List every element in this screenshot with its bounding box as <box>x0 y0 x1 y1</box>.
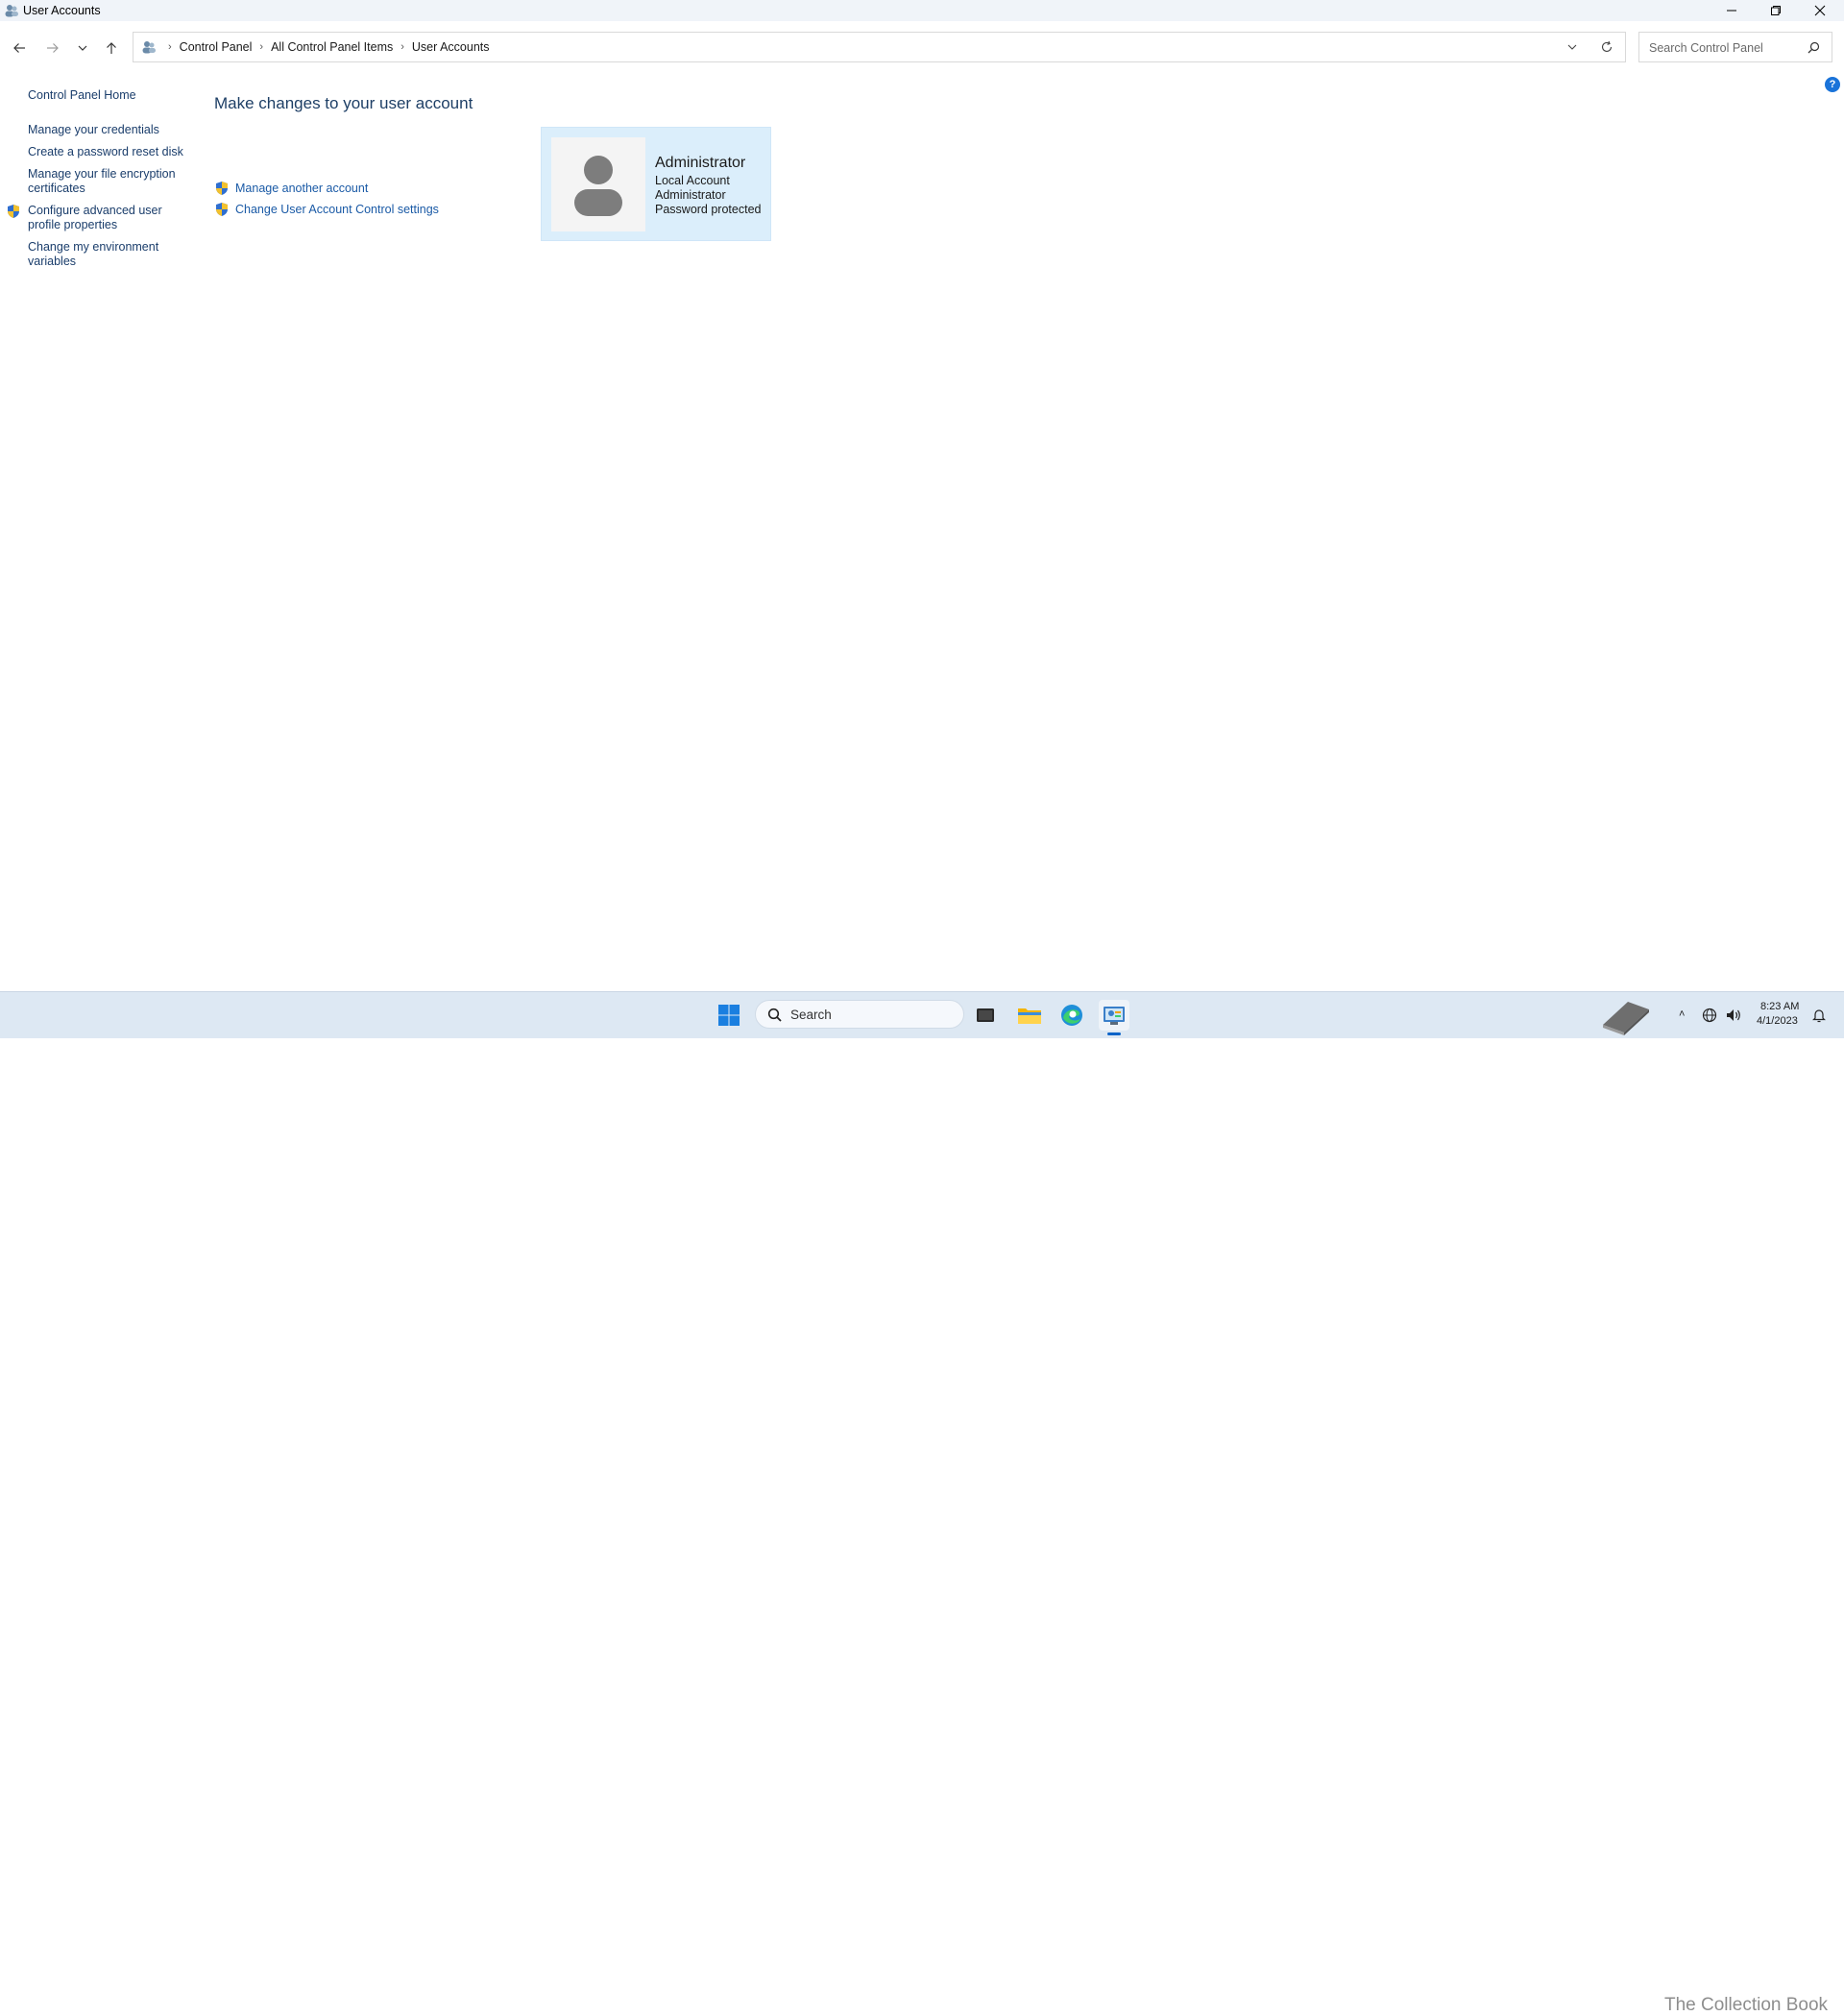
breadcrumb-control-panel[interactable]: Control Panel <box>180 40 253 54</box>
control-panel-location-icon <box>142 41 156 54</box>
control-panel-icon <box>1104 1007 1125 1025</box>
windows-logo-icon <box>718 1005 740 1026</box>
chevron-down-icon <box>78 45 87 51</box>
task-view-button[interactable] <box>970 1000 1001 1031</box>
link-line: profile properties <box>28 218 118 231</box>
account-role: Administrator <box>655 188 726 202</box>
clock-date[interactable]: 4/1/2023 <box>1757 1015 1798 1027</box>
account-name: Administrator <box>655 155 746 171</box>
link-line: Configure advanced user <box>28 204 162 217</box>
help-icon: ? <box>1829 79 1836 90</box>
network-icon[interactable] <box>1702 1008 1717 1023</box>
uac-shield-icon <box>8 205 19 218</box>
create-password-reset-disk-link[interactable]: Create a password reset disk <box>28 145 183 159</box>
volume-icon[interactable] <box>1725 1008 1742 1023</box>
user-avatar-icon <box>574 156 622 216</box>
manage-another-account-link[interactable]: Manage another account <box>235 182 368 195</box>
chevron-right-icon[interactable]: › <box>400 41 404 53</box>
uac-shield-icon <box>216 182 228 195</box>
up-button[interactable] <box>100 36 123 60</box>
search-control-panel-box[interactable] <box>1638 32 1832 62</box>
address-bar[interactable]: › Control Panel › All Control Panel Item… <box>133 32 1626 62</box>
close-icon <box>1814 5 1826 16</box>
close-button[interactable] <box>1798 0 1842 21</box>
avatar <box>551 137 645 231</box>
help-button[interactable]: ? <box>1825 77 1840 92</box>
minimize-icon <box>1727 10 1736 12</box>
back-arrow-icon <box>13 43 25 53</box>
link-line: certificates <box>28 182 85 195</box>
breadcrumb-user-accounts[interactable]: User Accounts <box>412 40 490 54</box>
configure-advanced-user-profile-link[interactable]: Configure advanced user profile properti… <box>28 204 162 232</box>
forward-arrow-icon <box>47 43 59 53</box>
folder-icon <box>1018 1008 1041 1024</box>
manage-credentials-link[interactable]: Manage your credentials <box>28 123 159 137</box>
link-line: Change my environment <box>28 240 159 254</box>
file-explorer-button[interactable] <box>1014 1000 1045 1031</box>
manage-file-encryption-link[interactable]: Manage your file encryption certificates <box>28 167 176 196</box>
task-view-icon <box>977 1008 994 1022</box>
show-hidden-icons-button[interactable]: ˄ <box>1679 1008 1685 1020</box>
uac-shield-icon <box>216 203 228 216</box>
taskbar-search-label: Search <box>790 1008 832 1022</box>
restore-icon <box>1771 6 1781 15</box>
user-accounts-icon <box>5 5 18 17</box>
window-title: User Accounts <box>23 4 101 17</box>
back-button[interactable] <box>8 36 31 60</box>
breadcrumb: › Control Panel › All Control Panel Item… <box>141 33 490 61</box>
notifications-icon[interactable] <box>1811 1008 1827 1023</box>
book-logo-icon <box>1603 1002 1649 1035</box>
link-line: variables <box>28 255 77 268</box>
watermark-text: The Collection Book <box>1664 1995 1829 2015</box>
restore-button[interactable] <box>1754 0 1798 21</box>
taskbar-search-box[interactable]: Search <box>755 1000 964 1029</box>
recent-locations-button[interactable] <box>71 36 94 60</box>
control-panel-taskbar-button[interactable] <box>1099 1000 1129 1031</box>
link-line: Manage your file encryption <box>28 167 176 181</box>
edge-icon <box>1061 1005 1082 1026</box>
forward-button[interactable] <box>41 36 64 60</box>
taskbar: Search The Collection Book ˄ 8:23 AM 4/1… <box>0 991 1844 2015</box>
page-title: Make changes to your user account <box>214 94 473 112</box>
account-status: Password protected <box>655 203 762 216</box>
navigation-bar: › Control Panel › All Control Panel Item… <box>0 25 1844 71</box>
title-bar: User Accounts <box>0 0 1844 21</box>
chevron-right-icon: › <box>168 41 172 53</box>
start-button[interactable] <box>714 1000 744 1031</box>
search-icon[interactable] <box>1808 41 1820 54</box>
chevron-up-icon: ˄ <box>1679 1008 1686 1020</box>
active-app-indicator <box>1107 1032 1121 1035</box>
chevron-right-icon[interactable]: › <box>259 41 263 53</box>
change-environment-variables-link[interactable]: Change my environment variables <box>28 240 158 269</box>
search-input[interactable] <box>1647 38 1805 58</box>
address-history-dropdown-icon[interactable] <box>1565 40 1579 54</box>
account-tile[interactable]: Administrator Local Account Administrato… <box>541 127 771 241</box>
search-icon <box>767 1008 782 1022</box>
clock-time[interactable]: 8:23 AM <box>1760 1001 1799 1012</box>
minimize-button[interactable] <box>1710 0 1754 21</box>
up-arrow-icon <box>107 42 116 54</box>
change-uac-settings-link[interactable]: Change User Account Control settings <box>235 203 439 216</box>
edge-browser-button[interactable] <box>1056 1000 1087 1031</box>
refresh-icon[interactable] <box>1600 40 1614 54</box>
control-panel-home-link[interactable]: Control Panel Home <box>28 88 136 103</box>
breadcrumb-all-control-panel-items[interactable]: All Control Panel Items <box>271 40 393 54</box>
account-type: Local Account <box>655 174 730 187</box>
